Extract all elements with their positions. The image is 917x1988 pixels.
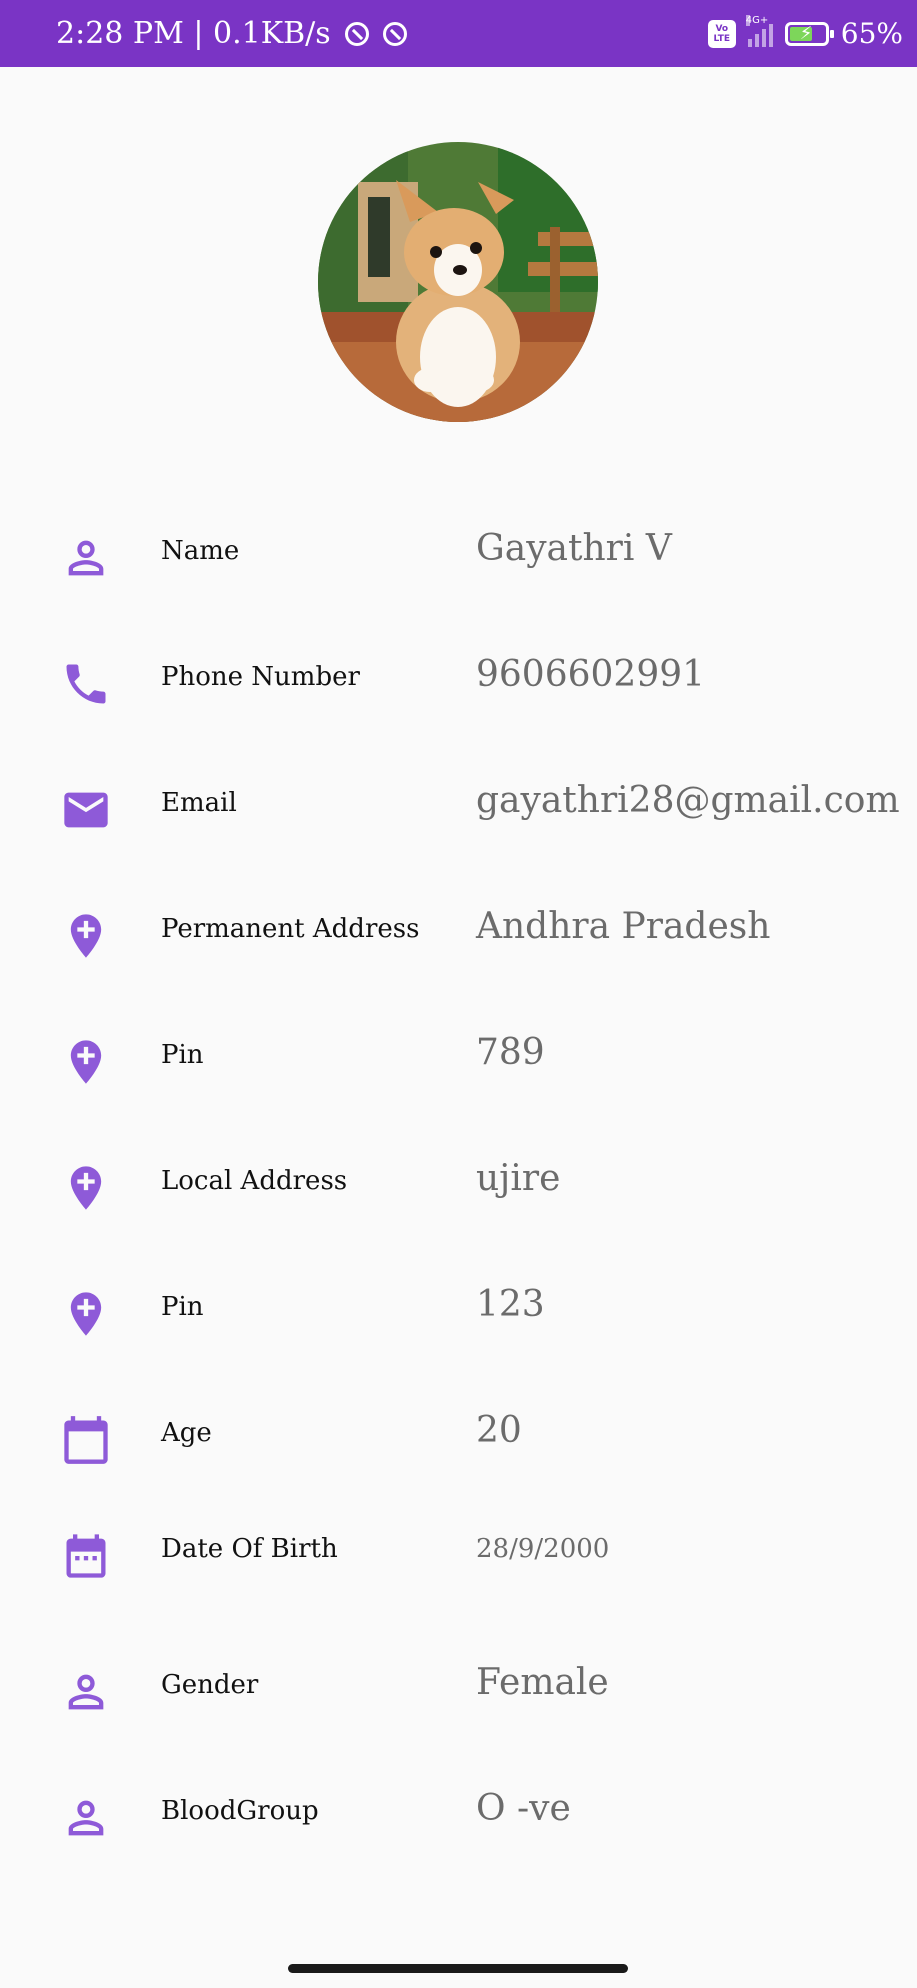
field-value: Female [476, 1662, 609, 1703]
field-label: Pin [161, 1040, 204, 1070]
add-location-icon [60, 1036, 112, 1088]
status-right: Vo LTE 4G+ ⚡ 65% [707, 0, 903, 67]
field-label: Pin [161, 1292, 204, 1322]
calendar-icon [60, 1414, 112, 1466]
signal-icon: 4G+ [745, 14, 773, 47]
status-bar: 2:28 PM | 0.1KB/s Vo LTE 4G+ ⚡ 65% [0, 0, 917, 67]
profile-field-row: Phone Number 9606602991 [0, 640, 917, 720]
phone-icon [60, 658, 112, 710]
field-value: 789 [476, 1032, 545, 1073]
status-left: 2:28 PM | 0.1KB/s [56, 0, 407, 67]
profile-field-row: Local Address ujire [0, 1144, 917, 1224]
battery-percent: 65% [840, 17, 903, 50]
field-label: Age [161, 1418, 212, 1448]
field-value: gayathri28@gmail.com [476, 780, 900, 821]
profile-field-row: Permanent Address Andhra Pradesh [0, 892, 917, 972]
field-label: BloodGroup [161, 1796, 319, 1826]
field-value: 20 [476, 1410, 522, 1451]
person-icon [60, 1792, 112, 1844]
field-value: 9606602991 [476, 654, 706, 695]
field-label: Local Address [161, 1166, 348, 1196]
profile-field-row: Pin 789 [0, 1018, 917, 1098]
add-location-icon [60, 910, 112, 962]
field-label: Date Of Birth [161, 1534, 338, 1564]
field-label: Permanent Address [161, 914, 420, 944]
profile-field-row: Gender Female [0, 1648, 917, 1728]
person-icon [60, 532, 112, 584]
person-icon [60, 1666, 112, 1718]
field-label: Phone Number [161, 662, 360, 692]
calendar-month-icon [60, 1530, 112, 1582]
field-value: 123 [476, 1284, 545, 1325]
field-value: Andhra Pradesh [476, 906, 771, 947]
data-saver-icon [382, 21, 407, 46]
field-value: Gayathri V [476, 528, 672, 569]
profile-field-row: Name Gayathri V [0, 514, 917, 594]
do-not-disturb-icon [344, 21, 369, 46]
charging-icon: ⚡ [799, 22, 813, 44]
field-label: Name [161, 536, 240, 566]
profile-field-row: Age 20 [0, 1396, 917, 1476]
field-label: Email [161, 788, 237, 818]
field-value: O -ve [476, 1788, 571, 1829]
home-indicator[interactable] [288, 1964, 628, 1973]
battery-icon: ⚡ [784, 21, 834, 46]
add-location-icon [60, 1288, 112, 1340]
profile-field-row: Pin 123 [0, 1270, 917, 1350]
field-value: ujire [476, 1158, 561, 1199]
profile-avatar[interactable] [318, 142, 598, 422]
network-type: 4G+ [745, 14, 769, 26]
profile-field-row: Date Of Birth 28/9/2000 [0, 1512, 917, 1592]
add-location-icon [60, 1162, 112, 1214]
profile-field-row: BloodGroup O -ve [0, 1774, 917, 1854]
status-time-speed: 2:28 PM | 0.1KB/s [56, 16, 331, 51]
email-icon [60, 784, 112, 836]
volte-icon: Vo LTE [707, 19, 736, 48]
field-value: 28/9/2000 [476, 1534, 610, 1564]
field-label: Gender [161, 1670, 259, 1700]
corgi-dog-photo [318, 142, 598, 422]
profile-field-row: Email gayathri28@gmail.com [0, 766, 917, 846]
